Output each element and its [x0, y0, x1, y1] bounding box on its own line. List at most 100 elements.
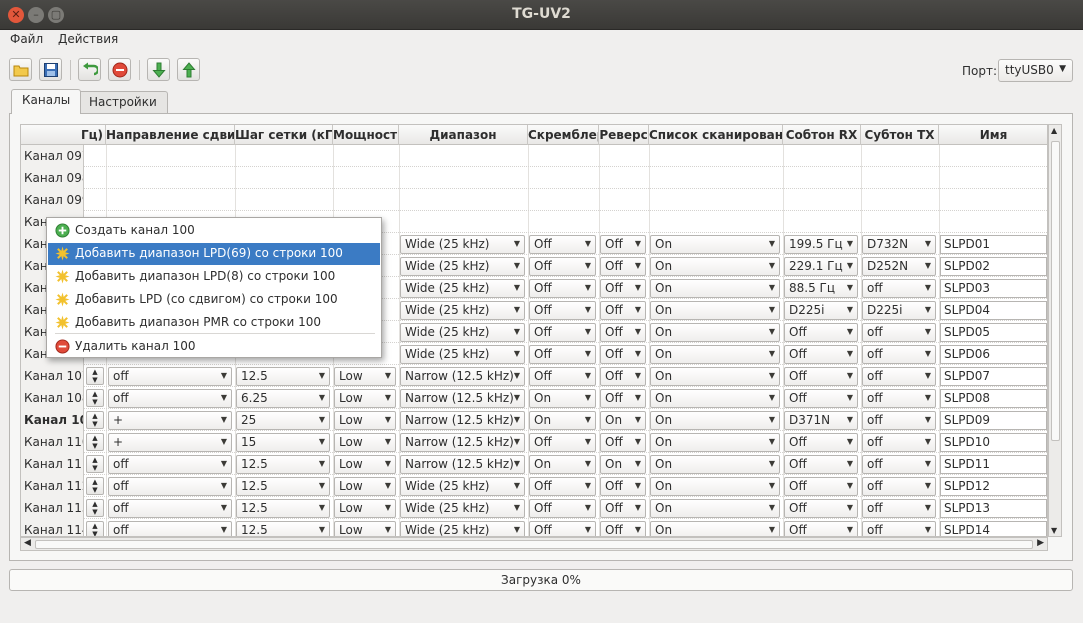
table-row[interactable]: Канал 113▲▼off12.5LowWide (25 kHz)OffOff… — [21, 497, 1047, 519]
reverse-cell[interactable]: Off — [600, 389, 646, 408]
power-cell[interactable]: Low — [334, 389, 396, 408]
table-row[interactable]: Канал 098 — [21, 167, 1047, 189]
spin-up-icon[interactable]: ▲ — [92, 434, 97, 442]
table-row[interactable]: Канал 114▲▼off12.5LowWide (25 kHz)OffOff… — [21, 519, 1047, 536]
band-cell[interactable]: Narrow (12.5 kHz) — [400, 455, 525, 474]
subtone-tx-cell[interactable]: off — [862, 323, 936, 342]
spin-down-icon[interactable]: ▼ — [92, 442, 97, 450]
scroll-down-icon[interactable]: ▼ — [1051, 526, 1057, 535]
download-button[interactable] — [147, 58, 170, 81]
scrambler-cell[interactable]: Off — [529, 301, 596, 320]
spin-up-icon[interactable]: ▲ — [92, 478, 97, 486]
spin-up-icon[interactable]: ▲ — [92, 390, 97, 398]
col-header-step[interactable]: Шаг сетки (кГц) — [235, 125, 333, 145]
subtone-rx-cell[interactable]: Off — [784, 499, 858, 518]
spin-down-icon[interactable]: ▼ — [92, 376, 97, 384]
subtone-rx-cell[interactable]: Off — [784, 521, 858, 536]
band-cell[interactable]: Wide (25 kHz) — [400, 477, 525, 496]
reverse-cell[interactable]: Off — [600, 345, 646, 364]
row-header[interactable]: Канал 111 — [21, 453, 84, 475]
menu-item-add-pmr[interactable]: Добавить диапазон PMR со строки 100 — [48, 312, 380, 334]
shift-cell[interactable]: off — [108, 455, 232, 474]
shift-cell[interactable]: off — [108, 389, 232, 408]
band-cell[interactable]: Narrow (12.5 kHz) — [400, 411, 525, 430]
subtone-tx-cell[interactable]: off — [862, 521, 936, 536]
save-button[interactable] — [39, 58, 62, 81]
name-cell[interactable]: SLPD11 — [940, 455, 1047, 474]
band-cell[interactable]: Wide (25 kHz) — [400, 301, 525, 320]
col-header-scan-list[interactable]: Список сканирования — [649, 125, 783, 145]
horizontal-scrollbar[interactable]: ◀ ▶ — [20, 537, 1048, 551]
scan-list-cell[interactable]: On — [650, 323, 780, 342]
spin-down-icon[interactable]: ▼ — [92, 464, 97, 472]
menu-actions[interactable]: Действия — [54, 30, 125, 46]
menu-item-add-lpd-shift[interactable]: Добавить LPD (со сдвигом) со строки 100 — [48, 289, 380, 311]
subtone-tx-cell[interactable]: D252N — [862, 257, 936, 276]
col-header-reverse[interactable]: Реверс — [599, 125, 649, 145]
menu-item-add-lpd8[interactable]: Добавить диапазон LPD(8) со строки 100 — [48, 266, 380, 288]
step-cell[interactable]: 12.5 — [236, 499, 330, 518]
col-header-subtone-rx[interactable]: Собтон RX — [783, 125, 861, 145]
spin-down-icon[interactable]: ▼ — [92, 420, 97, 428]
band-cell[interactable]: Narrow (12.5 kHz) — [400, 433, 525, 452]
subtone-tx-cell[interactable]: off — [862, 345, 936, 364]
name-cell[interactable]: SLPD14 — [940, 521, 1047, 536]
power-cell[interactable]: Low — [334, 499, 396, 518]
scroll-left-icon[interactable]: ◀ — [24, 538, 31, 548]
frequency-spinner[interactable]: ▲ ▼ — [86, 477, 104, 495]
shift-cell[interactable]: off — [108, 477, 232, 496]
subtone-rx-cell[interactable]: D225i — [784, 301, 858, 320]
name-cell[interactable]: SLPD08 — [940, 389, 1047, 408]
frequency-spinner[interactable]: ▲ ▼ — [86, 411, 104, 429]
subtone-tx-cell[interactable]: off — [862, 499, 936, 518]
scan-list-cell[interactable]: On — [650, 345, 780, 364]
subtone-tx-cell[interactable]: off — [862, 477, 936, 496]
power-cell[interactable]: Low — [334, 433, 396, 452]
step-cell[interactable]: 25 — [236, 411, 330, 430]
shift-cell[interactable]: off — [108, 367, 232, 386]
subtone-rx-cell[interactable]: Off — [784, 367, 858, 386]
name-cell[interactable]: SLPD01 — [940, 235, 1047, 254]
step-cell[interactable]: 12.5 — [236, 367, 330, 386]
table-row[interactable]: Канал 110▲▼+15LowNarrow (12.5 kHz)OffOff… — [21, 431, 1047, 453]
name-cell[interactable]: SLPD06 — [940, 345, 1047, 364]
power-cell[interactable]: Low — [334, 367, 396, 386]
stop-button[interactable] — [108, 58, 131, 81]
scroll-up-icon[interactable]: ▲ — [1051, 126, 1057, 135]
subtone-tx-cell[interactable]: off — [862, 367, 936, 386]
step-cell[interactable]: 15 — [236, 433, 330, 452]
subtone-rx-cell[interactable]: Off — [784, 389, 858, 408]
power-cell[interactable]: Low — [334, 521, 396, 536]
col-header-scrambler[interactable]: Скремблер — [528, 125, 599, 145]
reverse-cell[interactable]: Off — [600, 367, 646, 386]
table-row[interactable]: Канал 108▲▼off6.25LowNarrow (12.5 kHz)On… — [21, 387, 1047, 409]
vertical-scroll-thumb[interactable] — [1051, 141, 1060, 441]
reverse-cell[interactable]: Off — [600, 433, 646, 452]
vertical-scrollbar[interactable]: ▲ ▼ — [1048, 124, 1062, 537]
scan-list-cell[interactable]: On — [650, 455, 780, 474]
table-row[interactable]: Канал 109▲▼+25LowNarrow (12.5 kHz)OnOnOn… — [21, 409, 1047, 431]
col-header-band[interactable]: Диапазон — [399, 125, 528, 145]
scan-list-cell[interactable]: On — [650, 257, 780, 276]
band-cell[interactable]: Wide (25 kHz) — [400, 257, 525, 276]
tab-channels[interactable]: Каналы — [11, 89, 82, 114]
name-cell[interactable]: SLPD03 — [940, 279, 1047, 298]
step-cell[interactable]: 12.5 — [236, 477, 330, 496]
power-cell[interactable]: Low — [334, 455, 396, 474]
power-cell[interactable]: Low — [334, 477, 396, 496]
band-cell[interactable]: Wide (25 kHz) — [400, 323, 525, 342]
scan-list-cell[interactable]: On — [650, 433, 780, 452]
subtone-rx-cell[interactable]: Off — [784, 345, 858, 364]
port-select[interactable]: ttyUSB0 ▼ — [998, 59, 1073, 82]
scrambler-cell[interactable]: Off — [529, 257, 596, 276]
name-cell[interactable]: SLPD09 — [940, 411, 1047, 430]
reverse-cell[interactable]: On — [600, 411, 646, 430]
shift-cell[interactable]: + — [108, 433, 232, 452]
step-cell[interactable]: 6.25 — [236, 389, 330, 408]
col-header-shift[interactable]: Направление сдвига — [106, 125, 235, 145]
subtone-rx-cell[interactable]: Off — [784, 477, 858, 496]
subtone-tx-cell[interactable]: D225i — [862, 301, 936, 320]
row-header[interactable]: Канал 109 — [21, 409, 84, 431]
scan-list-cell[interactable]: On — [650, 499, 780, 518]
scrambler-cell[interactable]: Off — [529, 521, 596, 536]
